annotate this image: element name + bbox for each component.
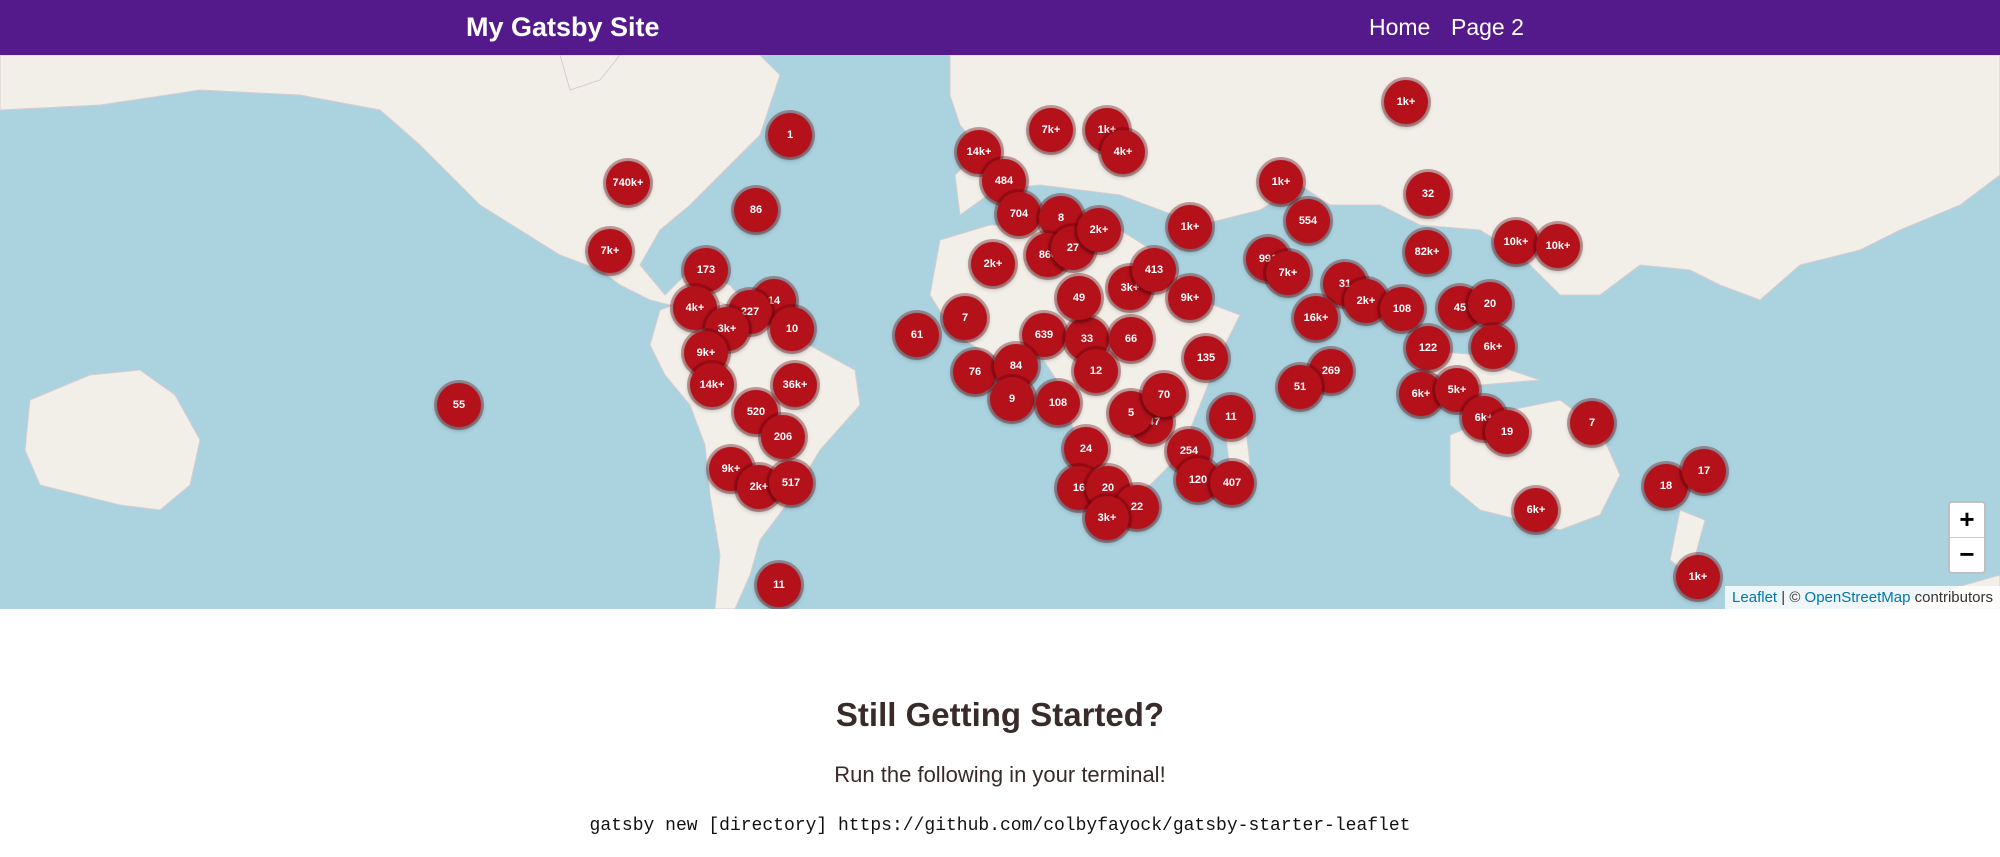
map-cluster-marker[interactable]: 4k+ — [1101, 130, 1145, 174]
openstreetmap-link[interactable]: OpenStreetMap — [1805, 589, 1911, 606]
map-cluster-marker[interactable]: 51 — [1278, 365, 1322, 409]
map-cluster-marker[interactable]: 32 — [1406, 172, 1450, 216]
map-cluster-marker[interactable]: 108 — [1036, 381, 1080, 425]
map-cluster-marker[interactable]: 1 — [768, 113, 812, 157]
map-cluster-marker[interactable]: 19 — [1485, 410, 1529, 454]
map-cluster-marker[interactable]: 9 — [990, 377, 1034, 421]
map-cluster-marker[interactable]: 517 — [769, 461, 813, 505]
map-cluster-marker[interactable]: 9k+ — [1168, 276, 1212, 320]
map-cluster-marker[interactable]: 7k+ — [588, 229, 632, 273]
map-cluster-marker[interactable]: 49 — [1057, 276, 1101, 320]
map-cluster-marker[interactable]: 1k+ — [1384, 80, 1428, 124]
map-cluster-marker[interactable]: 76 — [953, 350, 997, 394]
map-cluster-marker[interactable]: 108 — [1380, 287, 1424, 331]
map-cluster-marker[interactable]: 10k+ — [1494, 220, 1538, 264]
map-attribution: Leaflet | © OpenStreetMap contributors — [1725, 586, 2000, 609]
map-cluster-marker[interactable]: 16k+ — [1294, 296, 1338, 340]
site-title[interactable]: My Gatsby Site — [466, 11, 660, 43]
zoom-control: + − — [1948, 501, 1986, 574]
map-cluster-marker[interactable]: 2k+ — [971, 242, 1015, 286]
site-header: My Gatsby Site Home Page 2 — [0, 0, 2000, 55]
map-cluster-marker[interactable]: 7k+ — [1266, 251, 1310, 295]
map-cluster-marker[interactable]: 7 — [943, 296, 987, 340]
map-cluster-marker[interactable]: 7k+ — [1029, 108, 1073, 152]
map-cluster-marker[interactable]: 6k+ — [1471, 325, 1515, 369]
map-cluster-marker[interactable]: 7 — [1570, 401, 1614, 445]
map-cluster-marker[interactable]: 206 — [761, 415, 805, 459]
map-cluster-marker[interactable]: 10k+ — [1536, 224, 1580, 268]
map-cluster-marker[interactable]: 70 — [1142, 373, 1186, 417]
map-cluster-marker[interactable]: 20 — [1468, 282, 1512, 326]
map-cluster-marker[interactable]: 413 — [1132, 248, 1176, 292]
map-cluster-marker[interactable]: 1k+ — [1259, 160, 1303, 204]
map-cluster-marker[interactable]: 55 — [437, 383, 481, 427]
map-cluster-marker[interactable]: 122 — [1406, 326, 1450, 370]
leaflet-link[interactable]: Leaflet — [1732, 589, 1777, 606]
page-heading: Still Getting Started? — [835, 696, 1165, 733]
map-cluster-marker[interactable]: 2k+ — [1077, 208, 1121, 252]
map-cluster-marker[interactable]: 407 — [1210, 461, 1254, 505]
map-tiles — [0, 55, 2000, 609]
map[interactable]: 1 740k+ 86 7k+ 173 14 227 4k+ 3k+ 10 9k+… — [0, 55, 2000, 609]
terminal-command: gatsby new [directory] https://github.co… — [589, 816, 1411, 836]
zoom-in-button[interactable]: + — [1950, 503, 1984, 537]
map-cluster-marker[interactable]: 10 — [770, 307, 814, 351]
map-cluster-marker[interactable]: 36k+ — [773, 363, 817, 407]
map-cluster-marker[interactable]: 3k+ — [1085, 496, 1129, 540]
map-cluster-marker[interactable]: 740k+ — [606, 161, 650, 205]
map-cluster-marker[interactable]: 66 — [1109, 317, 1153, 361]
map-cluster-marker[interactable]: 17 — [1682, 449, 1726, 493]
map-cluster-marker[interactable]: 82k+ — [1405, 230, 1449, 274]
map-cluster-marker[interactable]: 12 — [1074, 349, 1118, 393]
map-cluster-marker[interactable]: 86 — [734, 188, 778, 232]
map-cluster-marker[interactable]: 11 — [1209, 395, 1253, 439]
map-cluster-marker[interactable]: 1k+ — [1168, 205, 1212, 249]
map-cluster-marker[interactable]: 1k+ — [1676, 555, 1720, 599]
map-cluster-marker[interactable]: 14k+ — [690, 363, 734, 407]
map-cluster-marker[interactable]: 135 — [1184, 336, 1228, 380]
zoom-out-button[interactable]: − — [1950, 537, 1984, 572]
nav-home-link[interactable]: Home — [1369, 13, 1430, 41]
map-cluster-marker[interactable]: 24 — [1064, 427, 1108, 471]
map-cluster-marker[interactable]: 6k+ — [1514, 488, 1558, 532]
attribution-suffix: contributors — [1910, 589, 1993, 606]
map-cluster-marker[interactable]: 554 — [1286, 199, 1330, 243]
map-cluster-marker[interactable]: 61 — [895, 313, 939, 357]
attribution-separator: | © — [1777, 589, 1805, 606]
map-cluster-marker[interactable]: 11 — [757, 563, 801, 607]
nav-page2-link[interactable]: Page 2 — [1451, 13, 1524, 41]
instruction-text: Run the following in your terminal! — [834, 762, 1166, 787]
map-cluster-marker[interactable]: 704 — [997, 192, 1041, 236]
